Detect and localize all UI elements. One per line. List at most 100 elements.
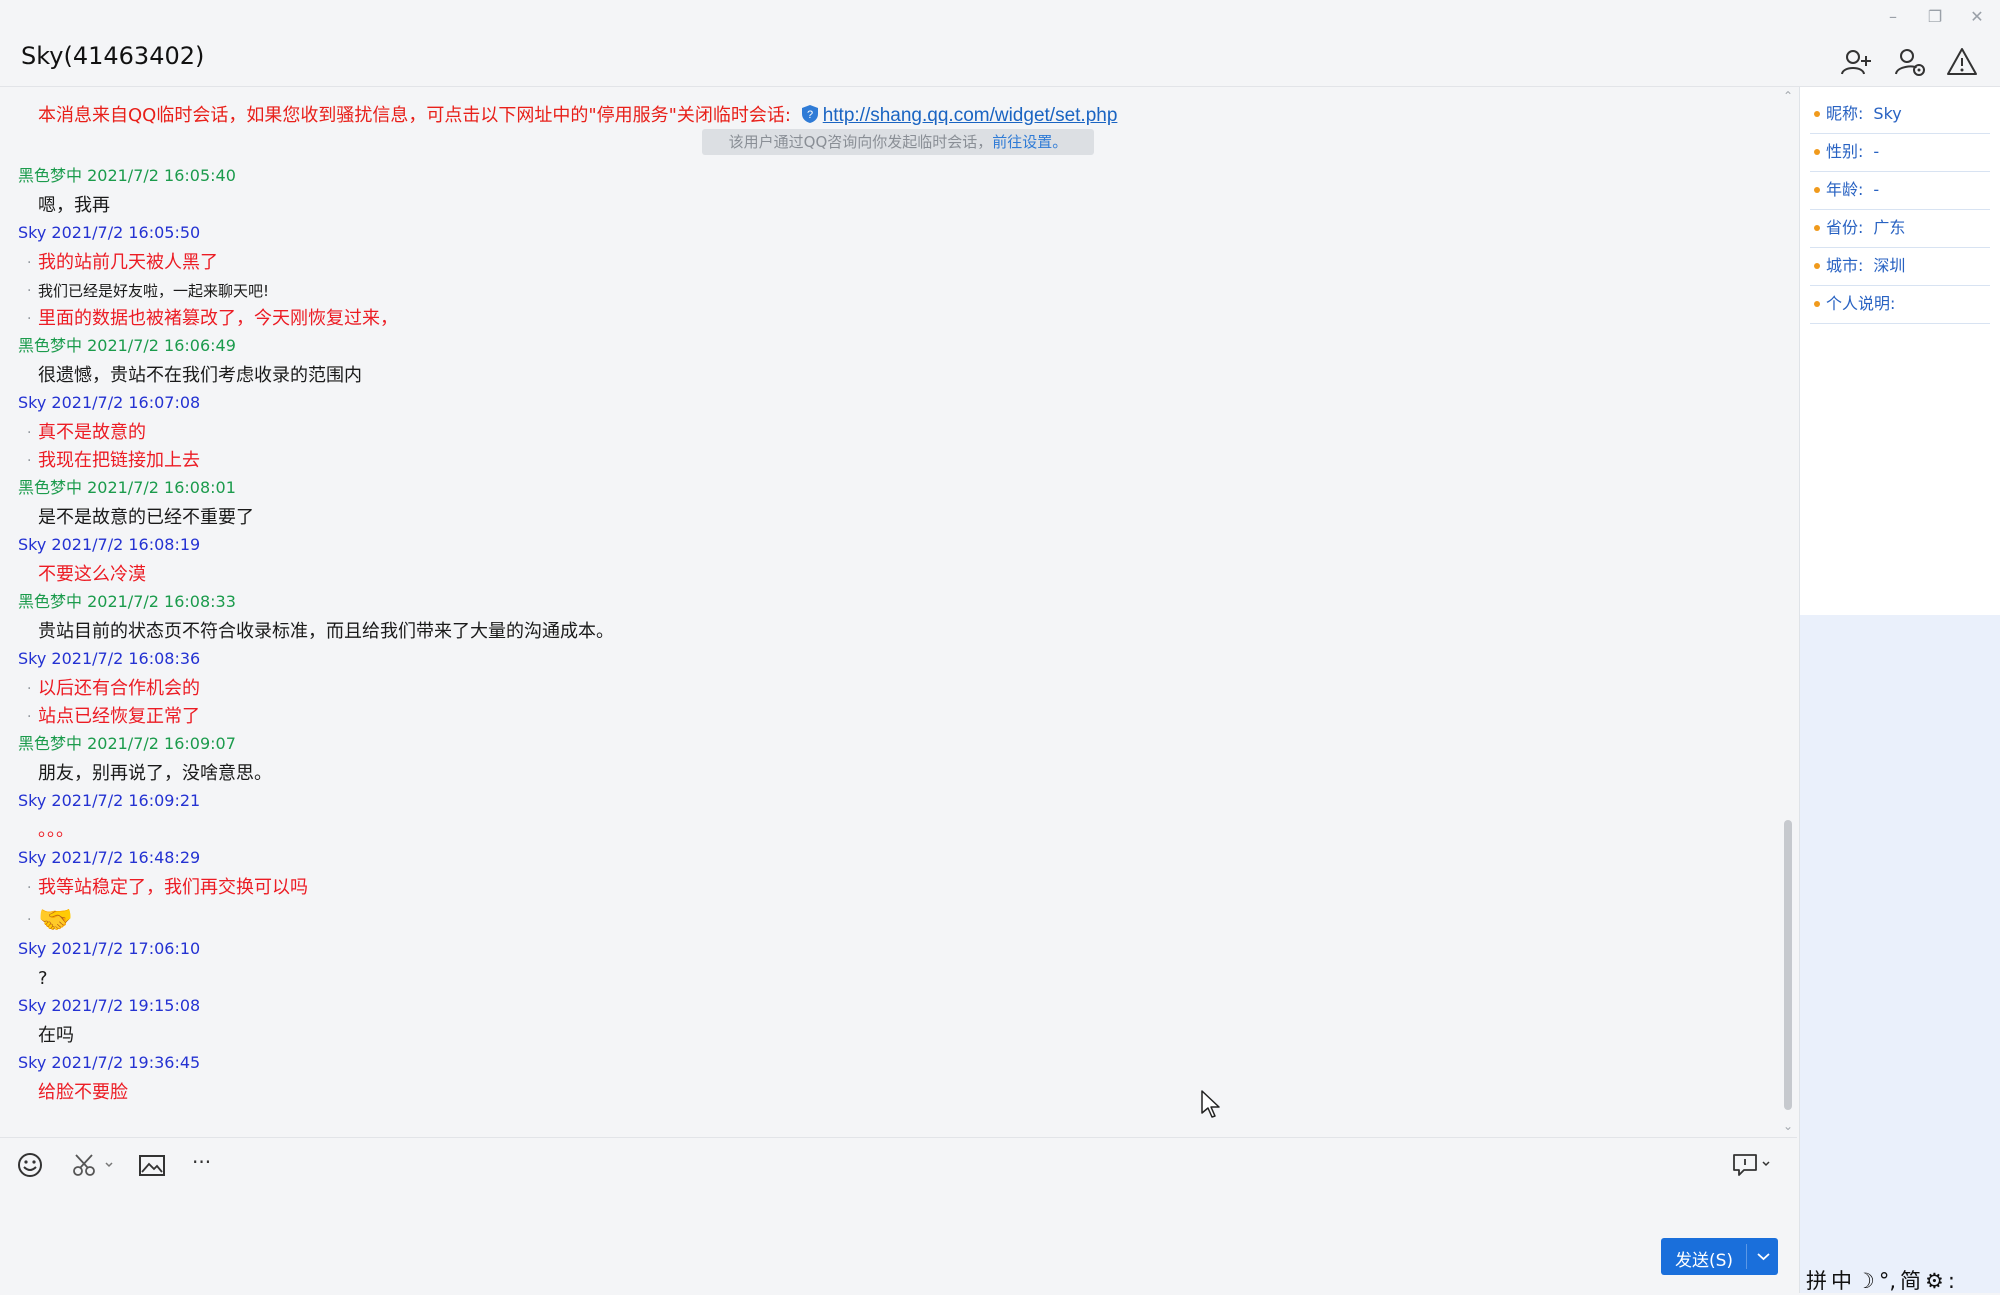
message-body: · 里面的数据也被褚篡改了，今天刚恢复过来， bbox=[18, 307, 614, 335]
profile-panel: 昵称: Sky 性别: - 年龄: - 省份: 广东 城市: 深圳 个人说明: bbox=[1799, 87, 2000, 1293]
message-body: 嗯，我再 bbox=[18, 194, 614, 222]
message-list: 黑色梦中 2021/7/2 16:05:40 嗯，我再 Sky 2021/7/2 1… bbox=[18, 165, 614, 1109]
profile-key: 性别: bbox=[1826, 142, 1864, 161]
profile-row: 城市: 深圳 bbox=[1810, 247, 1990, 286]
close-button[interactable]: ✕ bbox=[1962, 8, 1992, 26]
message-text: 我现在把链接加上去 bbox=[38, 450, 200, 471]
message-sender-header: Sky 2021/7/2 16:08:36 bbox=[18, 649, 201, 668]
message-sender-header: 黑色梦中 2021/7/2 16:08:01 bbox=[18, 478, 236, 497]
message-body: · 🤝 bbox=[18, 904, 614, 938]
message-body: 朋友，别再说了，没啥意思。 bbox=[18, 762, 614, 790]
profile-value: 广东 bbox=[1873, 218, 1906, 237]
message-sender-header: Sky 2021/7/2 16:48:29 bbox=[18, 848, 201, 867]
ime-status-bar[interactable]: 拼中 ☽ °, 简 ⚙: bbox=[1806, 1265, 1959, 1293]
message-text: 嗯，我再 bbox=[38, 195, 110, 216]
message-sender-header: 黑色梦中 2021/7/2 16:06:49 bbox=[18, 336, 236, 355]
message-bullet-icon: · bbox=[27, 453, 32, 469]
svg-text:?: ? bbox=[807, 109, 813, 121]
message-body: · 以后还有合作机会的 bbox=[18, 677, 614, 705]
message-text: 站点已经恢复正常了 bbox=[38, 706, 200, 727]
bullet-dot-icon bbox=[1814, 262, 1820, 269]
message-text: 在吗 bbox=[38, 1025, 74, 1046]
chat-history[interactable]: 本消息来自QQ临时会话，如果您收到骚扰信息，可点击以下网址中的"停用服务"关闭临… bbox=[0, 87, 1797, 1137]
emoji-icon[interactable] bbox=[14, 1150, 50, 1180]
message-sender-header: Sky 2021/7/2 16:07:08 bbox=[18, 393, 201, 412]
stop-service-link[interactable]: http://shang.qq.com/widget/set.php bbox=[823, 105, 1118, 126]
profile-row: 年龄: - bbox=[1810, 171, 1990, 210]
profile-key: 昵称: bbox=[1826, 104, 1864, 123]
message-sender-header: Sky 2021/7/2 19:36:45 bbox=[18, 1053, 201, 1072]
profile-value: 深圳 bbox=[1873, 256, 1906, 275]
ime-item[interactable]: ⚙ bbox=[1925, 1269, 1944, 1293]
report-warning-icon[interactable] bbox=[1944, 44, 1980, 80]
bullet-dot-icon bbox=[1814, 148, 1820, 155]
message-body: 给脸不要脸 bbox=[18, 1081, 614, 1109]
message-sender-header: 黑色梦中 2021/7/2 16:09:07 bbox=[18, 734, 236, 753]
restore-button[interactable]: ❐ bbox=[1920, 8, 1950, 26]
message-history-icon[interactable] bbox=[1730, 1150, 1780, 1180]
send-separator bbox=[1746, 1244, 1747, 1269]
message-text: 是不是故意的已经不重要了 bbox=[38, 507, 254, 528]
message-text: 以后还有合作机会的 bbox=[38, 678, 200, 699]
scroll-down-icon[interactable]: ⌄ bbox=[1781, 1120, 1795, 1132]
message-bullet-icon: · bbox=[27, 709, 32, 725]
minimize-button[interactable]: – bbox=[1878, 8, 1908, 26]
message-sender-header: Sky 2021/7/2 16:05:50 bbox=[18, 223, 201, 242]
chevron-down-icon bbox=[1757, 1253, 1770, 1261]
ime-item[interactable]: 中 bbox=[1831, 1269, 1852, 1293]
message-body: 很遗憾，贵站不在我们考虑收录的范围内 bbox=[18, 364, 614, 392]
message-sender-header: Sky 2021/7/2 19:15:08 bbox=[18, 996, 201, 1015]
more-icon[interactable]: ··· bbox=[192, 1150, 228, 1180]
chat-scrollbar[interactable]: ⌃ ⌄ bbox=[1781, 90, 1795, 1132]
message-sender-header: 黑色梦中 2021/7/2 16:05:40 bbox=[18, 166, 236, 185]
goto-settings-link[interactable]: 前往设置。 bbox=[992, 133, 1067, 151]
message-text: 里面的数据也被褚篡改了，今天刚恢复过来， bbox=[38, 308, 398, 329]
message-text: 我们已经是好友啦，一起来聊天吧! bbox=[38, 282, 270, 300]
shield-icon: ? bbox=[801, 104, 819, 129]
profile-value: Sky bbox=[1873, 104, 1902, 123]
send-options-dropdown[interactable] bbox=[1749, 1238, 1778, 1275]
ime-item[interactable]: °, bbox=[1879, 1269, 1896, 1293]
ime-item[interactable]: ☽ bbox=[1856, 1269, 1875, 1293]
profile-value: - bbox=[1873, 180, 1880, 199]
notice-text: 本消息来自QQ临时会话，如果您收到骚扰信息，可点击以下网址中的"停用服务"关闭临… bbox=[38, 105, 791, 126]
title-bar: Sky(41463402) – ❐ ✕ bbox=[0, 0, 2000, 87]
add-friend-icon[interactable] bbox=[1838, 44, 1874, 80]
profile-value: - bbox=[1873, 142, 1880, 161]
profile-key: 城市: bbox=[1826, 256, 1864, 275]
message-text: 很遗憾，贵站不在我们考虑收录的范围内 bbox=[38, 365, 362, 386]
profile-row: 性别: - bbox=[1810, 133, 1990, 172]
message-text: 。。。 bbox=[38, 820, 74, 841]
message-sender-header: Sky 2021/7/2 16:09:21 bbox=[18, 791, 201, 810]
profile-key: 省份: bbox=[1826, 218, 1864, 237]
message-text: 朋友，别再说了，没啥意思。 bbox=[38, 763, 272, 784]
message-body: · 我的站前几天被人黑了 bbox=[18, 251, 614, 279]
ime-item[interactable]: 简 bbox=[1900, 1269, 1921, 1293]
message-text: 给脸不要脸 bbox=[38, 1082, 128, 1103]
message-text: 不要这么冷漠 bbox=[38, 564, 146, 585]
message-bullet-icon: · bbox=[27, 311, 32, 327]
message-body: · 站点已经恢复正常了 bbox=[18, 705, 614, 733]
message-sender-header: 黑色梦中 2021/7/2 16:08:33 bbox=[18, 592, 236, 611]
profile-row: 个人说明: bbox=[1810, 285, 1990, 324]
ime-item[interactable]: 拼 bbox=[1806, 1269, 1827, 1293]
bullet-dot-icon bbox=[1814, 186, 1820, 193]
compose-area[interactable] bbox=[0, 1138, 1797, 1293]
send-button[interactable]: 发送(S) bbox=[1661, 1238, 1778, 1275]
profile-key: 年龄: bbox=[1826, 180, 1864, 199]
message-body: 是不是故意的已经不重要了 bbox=[18, 506, 614, 534]
profile-key: 个人说明: bbox=[1826, 294, 1896, 313]
message-body: · 我现在把链接加上去 bbox=[18, 449, 614, 477]
message-body: · 我等站稳定了，我们再交换可以吗 bbox=[18, 876, 614, 904]
image-icon[interactable] bbox=[136, 1150, 172, 1180]
user-settings-icon[interactable] bbox=[1892, 44, 1928, 80]
bullet-dot-icon bbox=[1814, 224, 1820, 231]
ime-item[interactable]: : bbox=[1948, 1269, 1955, 1293]
scroll-thumb[interactable] bbox=[1784, 820, 1792, 1110]
scissors-icon[interactable] bbox=[68, 1150, 118, 1180]
message-sender-header: Sky 2021/7/2 17:06:10 bbox=[18, 939, 201, 958]
bullet-dot-icon bbox=[1814, 300, 1820, 307]
pill-text: 该用户通过QQ咨询向你发起临时会话， bbox=[728, 133, 993, 151]
scroll-up-icon[interactable]: ⌃ bbox=[1781, 90, 1795, 102]
message-text: 我等站稳定了，我们再交换可以吗 bbox=[38, 877, 308, 898]
